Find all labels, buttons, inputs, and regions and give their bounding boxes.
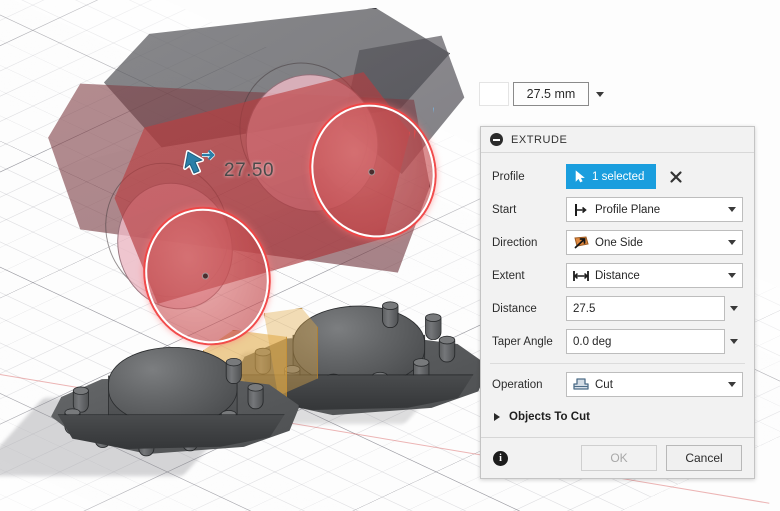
row-direction: Direction One Side: [481, 226, 754, 259]
profile-selected-count: 1 selected: [592, 170, 645, 183]
label-extent: Extent: [492, 269, 525, 282]
objects-to-cut-label: Objects To Cut: [509, 411, 590, 423]
one-side-direction-icon: [572, 235, 590, 251]
caret-down-icon[interactable]: [724, 382, 740, 387]
label-direction: Direction: [492, 236, 538, 249]
flange-stud: [247, 383, 264, 410]
caret-down-icon[interactable]: [725, 297, 743, 320]
start-combobox[interactable]: Profile Plane: [566, 197, 743, 222]
row-operation: Operation Cut: [481, 368, 754, 401]
profile-center-point: [367, 167, 377, 177]
flange-boss-left[interactable]: [46, 342, 300, 468]
operation-value: Cut: [595, 378, 613, 391]
expand-triangle-right-icon: [494, 413, 500, 421]
floating-value-input[interactable]: 27.5 mm: [479, 82, 607, 106]
row-extent: Extent Distance: [481, 259, 754, 292]
label-distance: Distance: [492, 302, 537, 315]
extent-value: Distance: [595, 269, 640, 282]
label-profile: Profile: [492, 170, 525, 183]
extrude-dialog[interactable]: EXTRUDE Profile 1 selected Start Profile…: [480, 126, 755, 479]
label-start: Start: [492, 203, 517, 216]
info-icon[interactable]: i: [493, 450, 508, 466]
flange-plate-side: [57, 414, 285, 449]
dimension-label[interactable]: 27.50: [224, 160, 274, 182]
start-value: Profile Plane: [595, 203, 661, 216]
floating-input-prefix-box: [479, 82, 509, 106]
caret-down-icon[interactable]: [724, 207, 740, 212]
dialog-header: EXTRUDE: [481, 127, 754, 153]
row-taper-angle: Taper Angle 0.0 deg: [481, 325, 754, 358]
extent-combobox[interactable]: Distance: [566, 263, 743, 288]
distance-extent-icon: [572, 268, 590, 284]
row-profile: Profile 1 selected: [481, 160, 754, 193]
fusion-cad-screen: 27.50 27.5 mm EXTRUDE Profile 1 selected…: [0, 0, 780, 511]
profile-select-button[interactable]: 1 selected: [566, 164, 657, 189]
direction-combobox[interactable]: One Side: [566, 230, 743, 255]
label-taper-angle: Taper Angle: [492, 335, 553, 348]
profile-plane-icon: [572, 202, 590, 218]
cursor-arrow-icon: [575, 170, 585, 183]
profile-center-point: [200, 271, 210, 281]
direction-value: One Side: [595, 236, 643, 249]
distance-input[interactable]: 27.5: [566, 296, 725, 321]
row-distance: Distance 27.5: [481, 292, 754, 325]
caret-down-icon[interactable]: [725, 330, 743, 353]
caret-down-icon[interactable]: [724, 240, 740, 245]
dialog-body: Profile 1 selected Start Profile Plane D…: [481, 153, 754, 437]
caret-down-icon[interactable]: [724, 273, 740, 278]
cut-operation-icon: [572, 377, 590, 393]
section-divider: [490, 363, 745, 364]
close-x-icon[interactable]: [669, 170, 683, 184]
caret-down-icon[interactable]: [593, 83, 607, 105]
ok-button[interactable]: OK: [581, 445, 657, 471]
cancel-button[interactable]: Cancel: [666, 445, 742, 471]
flange-stud: [225, 357, 242, 384]
row-start: Start Profile Plane: [481, 193, 754, 226]
dialog-footer: i OK Cancel: [481, 437, 754, 478]
operation-combobox[interactable]: Cut: [566, 372, 743, 397]
objects-to-cut-expander[interactable]: Objects To Cut: [481, 401, 754, 433]
taper-angle-input[interactable]: 0.0 deg: [566, 329, 725, 354]
collapse-minus-icon[interactable]: [490, 133, 503, 146]
drag-arrow-manipulator-icon[interactable]: [182, 146, 218, 178]
dialog-title: EXTRUDE: [511, 133, 568, 146]
label-operation: Operation: [492, 378, 543, 391]
distance-value-input[interactable]: 27.5 mm: [513, 82, 589, 106]
